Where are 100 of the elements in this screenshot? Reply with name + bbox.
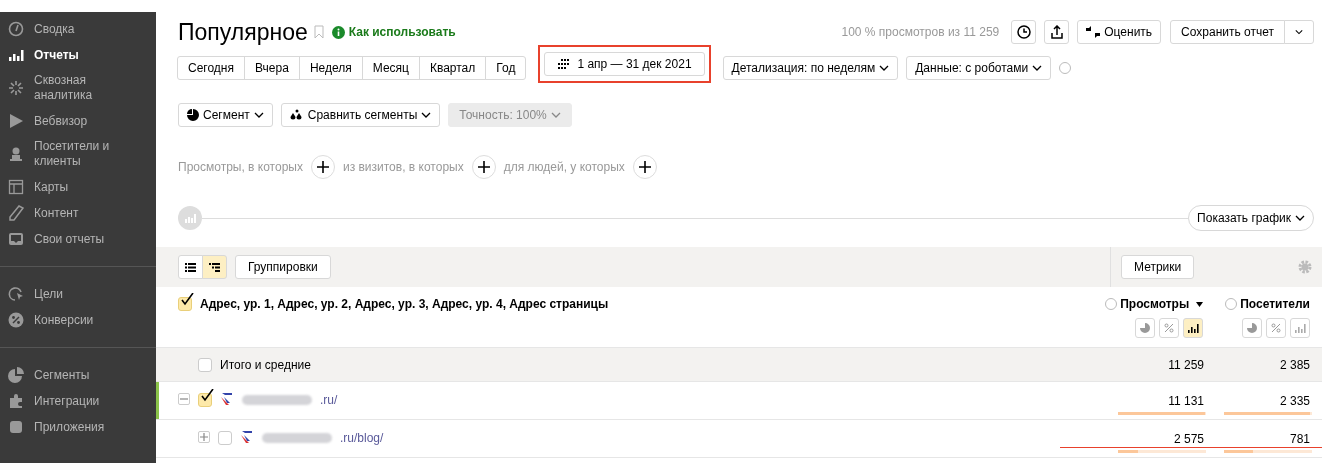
sidebar-item[interactable]: Сегменты [0,362,156,388]
dropdown-button[interactable]: Данные: с роботами [906,55,1052,80]
plus-icon [638,161,651,173]
plus-icon [477,161,490,173]
checkbox[interactable] [198,357,212,372]
table-cell: 2 575 [1173,432,1204,446]
metrics-button[interactable]: Метрики [1121,255,1195,279]
burst-icon [8,80,24,96]
sidebar-item[interactable]: Контент [0,200,156,226]
dropdown-button[interactable]: Детализация: по неделям [722,55,899,80]
sidebar-item[interactable]: Сквозная аналитика [0,68,156,108]
minus-icon [180,395,188,403]
expand-button[interactable] [198,431,210,443]
column-header[interactable]: Посетители [1240,297,1310,311]
chevron-icon [1295,215,1305,221]
bookmark-icon[interactable] [313,25,324,39]
chevron-icon [421,112,432,118]
export-button[interactable] [1044,20,1070,44]
period-button[interactable]: Неделя [298,55,363,80]
history-button[interactable] [1011,20,1037,44]
redaction-mark [242,395,312,405]
gauge-icon [8,21,24,37]
period-button[interactable]: Квартал [418,55,487,80]
percent-icon [1271,323,1281,333]
sidebar-item[interactable]: Цели [0,281,156,307]
page-link[interactable]: .ru/ [320,393,338,407]
sidebar-item[interactable]: Приложения [0,414,156,440]
chevron-icon [550,112,561,118]
column-header[interactable]: Просмотры [1120,297,1190,311]
groupings-button[interactable]: Группировки [235,255,331,279]
sidebar-item[interactable]: Карты [0,174,156,200]
percent-icon [8,312,24,328]
page-link[interactable]: .ru/blog/ [340,431,384,445]
tree-list-icon [209,262,220,272]
chevron-icon [879,64,890,71]
dimension-header: Адрес, ур. 1, Адрес, ур. 2, Адрес, ур. 3, Адрес, ур. 4, Адрес страницы [200,297,609,311]
save-menu-button[interactable] [1284,20,1314,44]
puzzle-icon [8,393,24,409]
pie-chart-icon [8,367,24,383]
period-button[interactable]: Сегодня [177,55,245,80]
target-icon [8,286,24,302]
chart-icon[interactable] [178,206,202,230]
table-cell: 781 [1289,432,1310,446]
show-chart-button[interactable]: Показать график [1188,205,1314,231]
sidebar-item[interactable]: Конверсии [0,307,156,333]
calendar-icon [557,59,570,69]
chevron-icon [253,112,264,118]
save-report-button[interactable]: Сохранить отчет [1170,20,1285,44]
bar-chart-icon [1187,323,1199,333]
display-mode-button[interactable] [1183,318,1204,338]
plus-icon [200,433,208,441]
percent-icon [1164,323,1175,333]
filter-label: из визитов, в которых [342,160,464,174]
chevron-icon [1032,64,1043,71]
sidebar-item[interactable]: Отчеты [0,42,156,68]
table-cell: 11 131 [1168,394,1204,408]
help-link[interactable]: Как использовать [348,25,456,39]
layout-icon [8,179,24,195]
table-cell-text: 11 259 [1167,357,1205,372]
checkbox[interactable] [218,431,232,445]
sidebar-item[interactable]: Свои отчеты [0,226,156,252]
add-condition-button[interactable] [471,155,496,179]
bar-chart-icon [1294,323,1306,333]
dropdown-button[interactable]: Сегмент [178,103,273,127]
add-condition-button[interactable] [310,155,335,179]
info-icon [331,25,345,39]
period-button[interactable]: Месяц [361,55,420,80]
view-mode-button[interactable] [202,255,227,279]
collapse-button[interactable] [178,393,190,405]
sort-down-icon [1196,301,1204,307]
person-icon [8,146,24,162]
rate-button[interactable]: Оценить [1077,20,1162,44]
table-cell-text: 2 385 [1278,357,1311,372]
view-mode-button[interactable] [178,255,203,279]
pencil-icon [8,205,24,221]
add-condition-button[interactable] [632,155,657,179]
share-icon [1049,25,1064,39]
sidebar-item[interactable]: Интеграции [0,388,156,414]
period-button[interactable]: Вчера [244,55,300,80]
redaction-mark [262,433,332,443]
filter-label: для людей, у которых [503,160,625,174]
chevron-icon [1295,29,1303,35]
plus-icon [316,161,329,173]
sidebar-item[interactable]: Вебвизор [0,108,156,134]
list-icon [185,262,196,272]
totals-label: Итого и средние [220,357,311,372]
drops-icon [289,109,304,121]
settings-icon[interactable] [1298,260,1312,274]
period-button[interactable]: Год [485,55,527,80]
app-icon [8,419,24,435]
filter-label: Просмотры, в которых [178,160,303,174]
dropdown-button[interactable]: Сравнить сегменты [280,103,441,127]
sidebar-item[interactable]: Посетители и клиенты [0,134,156,174]
date-range-button[interactable]: 1 апр — 31 дек 2021 [544,52,705,76]
sidebar-item[interactable]: Сводка [0,16,156,42]
bar-chart-icon [8,47,24,63]
pie-chart-icon [1140,323,1151,333]
play-icon [8,113,24,129]
page-title: Популярное [178,18,308,46]
pie-chart-icon [1247,323,1257,333]
